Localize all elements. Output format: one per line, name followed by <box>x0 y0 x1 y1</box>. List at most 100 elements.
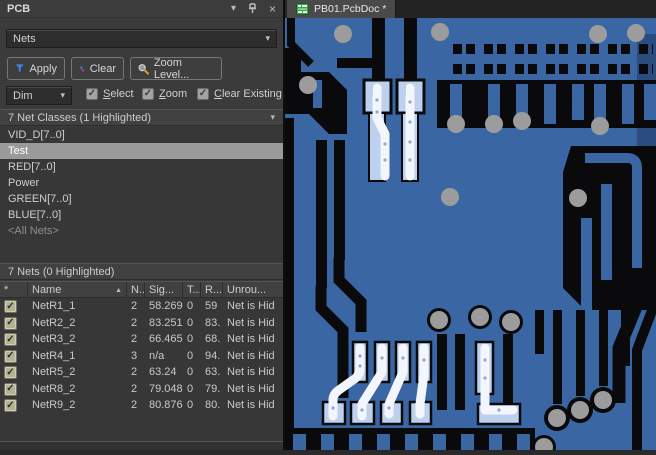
net-t: 0 <box>187 382 194 395</box>
column-header-routed[interactable]: R... <box>201 282 223 298</box>
net-enabled-checkbox[interactable]: ✓ <box>4 366 17 379</box>
zoom-level-button[interactable]: Zoom Level... <box>130 56 222 81</box>
chevron-down-icon: ▾ <box>270 112 275 122</box>
panel-menu-chevron-down-icon[interactable]: ▾ <box>231 3 236 14</box>
net-t: 0 <box>187 316 194 329</box>
net-nodes: 2 <box>131 399 138 412</box>
net-signal: n/a <box>149 349 165 362</box>
net-class-item[interactable]: RED[7..0] <box>0 159 283 175</box>
zoom-checkbox-label: Zoom <box>159 88 188 100</box>
net-row[interactable]: ✓ NetR9_2 2 80.876 80. 0 80. Net is Hid <box>0 397 283 414</box>
checkbox-box: ✓ <box>142 88 154 100</box>
net-enabled-checkbox[interactable]: ✓ <box>4 333 17 346</box>
net-routed: 79. <box>205 382 221 395</box>
net-enabled-checkbox[interactable]: ✓ <box>4 349 17 363</box>
clear-label: Clear <box>89 62 116 75</box>
net-nodes: 2 <box>131 382 138 395</box>
select-checkbox[interactable]: ✓ Select <box>86 88 134 100</box>
net-enabled-checkbox[interactable]: ✓ <box>4 300 17 313</box>
net-classes-header[interactable]: 7 Net Classes (1 Highlighted) ▾ <box>0 109 283 126</box>
chevron-down-icon: ▾ <box>60 90 65 100</box>
net-t: 0 <box>187 300 194 313</box>
net-row[interactable]: ✓ NetR2_2 2 83.251 0 83. Net is Hid <box>0 315 283 332</box>
net-row[interactable]: ✓ NetR1_1 2 58.269 0 59 Net is Hid <box>0 298 283 315</box>
column-header-t[interactable]: T... <box>183 282 201 298</box>
panel-mode-value: Nets <box>13 32 36 45</box>
panel-title: PCB <box>7 2 31 15</box>
check-icon: ✓ <box>143 88 153 99</box>
apply-label: Apply <box>29 62 57 75</box>
net-enabled-checkbox[interactable]: ✓ <box>4 316 17 330</box>
net-class-label: BLUE[7..0] <box>8 209 62 221</box>
check-icon: ✓ <box>6 383 15 394</box>
net-enabled-checkbox[interactable]: ✓ <box>4 382 17 396</box>
tab-label: PB01.PcbDoc * <box>314 3 387 15</box>
net-row[interactable]: ✓ NetR3_2 2 66.465 0 68. Net is Hid <box>0 331 283 348</box>
panel-header: PCB ▾ × <box>0 0 283 18</box>
dim-dropdown[interactable]: Dim ▾ <box>6 86 72 105</box>
net-signal: 66.465 <box>149 333 183 346</box>
net-class-list: VID_D[7..0] Test RED[7..0] Power GREEN[7… <box>0 127 283 263</box>
check-icon: ✓ <box>6 300 15 312</box>
net-class-label: Test <box>8 145 29 157</box>
net-class-item[interactable]: GREEN[7..0] <box>0 191 283 207</box>
net-unrouted: Net is Hid <box>227 300 275 313</box>
net-routed: 63. <box>205 366 221 379</box>
net-signal: 83.251 <box>149 316 183 329</box>
net-class-item-selected[interactable]: Test <box>0 143 283 159</box>
net-name: NetR9_2 <box>32 399 76 412</box>
column-header-name[interactable]: Name ▲ <box>28 282 127 298</box>
check-icon: ✓ <box>6 399 15 411</box>
net-enabled-checkbox[interactable]: ✓ <box>4 399 17 412</box>
clear-funnel-icon <box>79 65 85 72</box>
net-routed: 83. <box>205 316 221 329</box>
chevron-down-icon: ▾ <box>265 33 270 43</box>
net-t: 0 <box>187 349 194 362</box>
check-icon: ✓ <box>87 88 97 99</box>
net-name: NetR8_2 <box>32 382 76 395</box>
panel-bottom-area <box>0 442 283 450</box>
document-tab-bar: PB01.PcbDoc * <box>285 0 656 18</box>
clear-button[interactable]: Clear <box>71 57 124 80</box>
net-unrouted: Net is Hid <box>227 366 275 379</box>
close-icon[interactable]: × <box>269 3 276 15</box>
net-class-item[interactable]: Power <box>0 175 283 191</box>
nets-header-label: 7 Nets (0 Highlighted) <box>8 265 115 278</box>
column-header-nodes[interactable]: N.. <box>127 282 145 298</box>
checkbox-box: ✓ <box>86 88 98 100</box>
net-class-label: VID_D[7..0] <box>8 129 65 141</box>
pin-icon[interactable] <box>248 3 257 14</box>
column-header-signal[interactable]: Sig... <box>145 282 183 298</box>
net-name: NetR3_2 <box>32 333 76 346</box>
net-row[interactable]: ✓ NetR5_2 2 63.24 0 63. Net is Hid <box>0 364 283 381</box>
column-header-unrouted[interactable]: Unrou... <box>223 282 283 298</box>
net-row[interactable]: ✓ NetR8_2 2 79.048 0 79. Net is Hid <box>0 381 283 398</box>
pcb-panel: PCB ▾ × Nets ▾ Apply Clear Zoom Level...… <box>0 0 283 450</box>
clear-existing-checkbox[interactable]: ✓ Clear Existing <box>197 88 287 100</box>
nets-table: * Name ▲ N.. Sig... T... R... Unrou... ✓ … <box>0 281 283 441</box>
pcb-view <box>285 18 656 455</box>
net-name: NetR4_1 <box>32 349 76 362</box>
net-class-item-all-nets[interactable]: <All Nets> <box>0 223 283 239</box>
check-icon: ✓ <box>6 350 15 361</box>
net-unrouted: Net is Hid <box>227 333 275 346</box>
net-name: NetR1_1 <box>32 300 76 313</box>
apply-button[interactable]: Apply <box>7 57 65 80</box>
net-routed: 59 <box>205 300 218 313</box>
net-class-label: GREEN[7..0] <box>8 193 72 205</box>
zoom-checkbox[interactable]: ✓ Zoom <box>142 88 187 100</box>
net-signal: 80.876 <box>149 399 183 412</box>
dim-value: Dim <box>13 89 33 102</box>
nets-section-header: 7 Nets (0 Highlighted) <box>0 263 283 280</box>
sort-ascending-icon: ▲ <box>115 286 122 294</box>
column-header-mark[interactable]: * <box>0 282 28 298</box>
clear-existing-checkbox-label: Clear Existing <box>214 88 282 100</box>
tab-pcbdoc[interactable]: PB01.PcbDoc * <box>287 0 397 18</box>
net-row[interactable]: ✓ NetR4_1 3 n/a 0 94. Net is Hid <box>0 348 283 365</box>
panel-mode-dropdown[interactable]: Nets ▾ <box>6 29 277 48</box>
net-class-item[interactable]: BLUE[7..0] <box>0 207 283 223</box>
zoom-level-label: Zoom Level... <box>153 56 190 81</box>
editor-area: PB01.PcbDoc * <box>285 0 656 455</box>
net-class-item[interactable]: VID_D[7..0] <box>0 127 283 143</box>
pcb-canvas[interactable] <box>285 18 656 455</box>
